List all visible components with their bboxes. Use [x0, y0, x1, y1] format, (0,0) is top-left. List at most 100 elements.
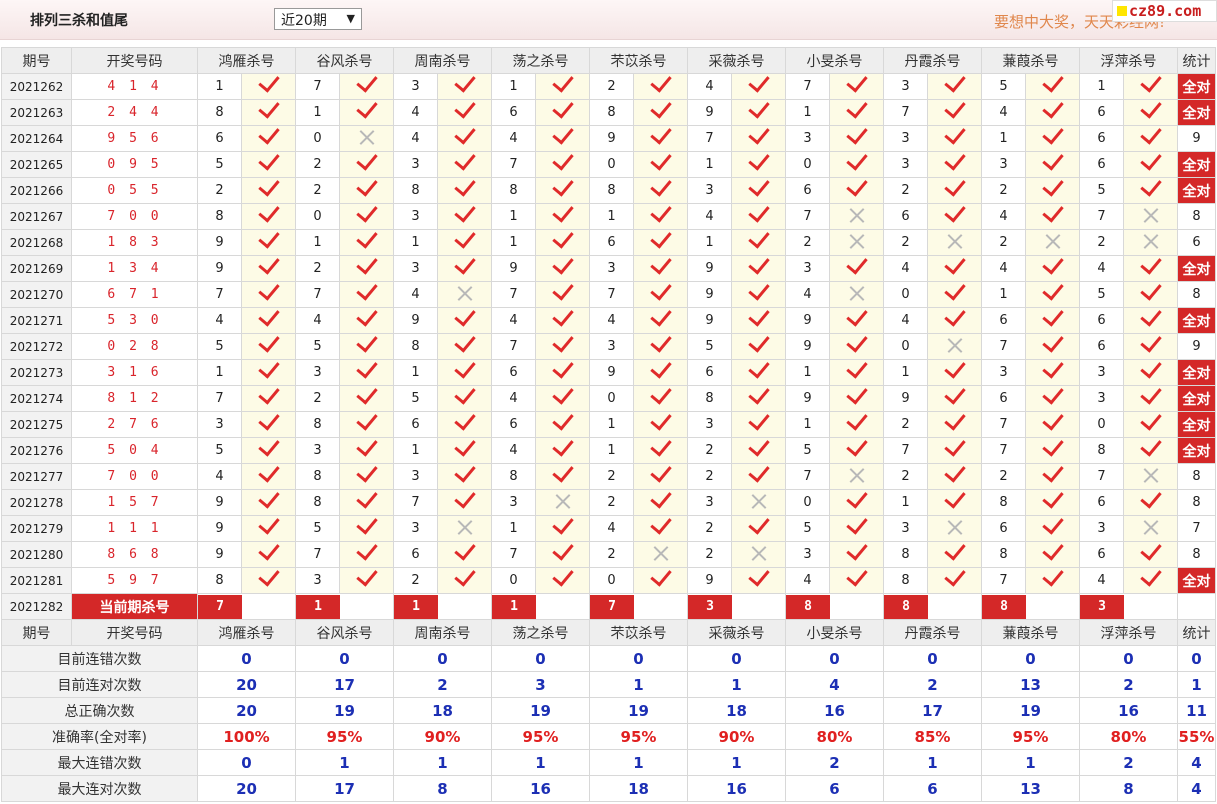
- check-icon: [943, 438, 966, 457]
- kill-number: 8: [981, 541, 1026, 568]
- check-icon: [649, 204, 672, 223]
- current-kill-cell: 1: [295, 593, 394, 620]
- result-mark: [633, 255, 688, 282]
- row-stat: 8: [1177, 489, 1216, 516]
- check-icon: [845, 334, 868, 353]
- summary-value: 13: [981, 671, 1080, 698]
- kill-number: 4: [1079, 567, 1124, 594]
- result-mark: [1025, 463, 1080, 490]
- check-icon: [1041, 438, 1064, 457]
- row-stat: 全对: [1177, 177, 1216, 204]
- period-select[interactable]: 近20期 ▼: [274, 8, 362, 30]
- kill-number: 6: [491, 99, 536, 126]
- kill-number: 7: [491, 541, 536, 568]
- kill-number: 8: [197, 99, 242, 126]
- kill-number: 4: [491, 437, 536, 464]
- kill-number: 0: [589, 567, 634, 594]
- result-mark: [829, 177, 884, 204]
- check-icon: [355, 386, 378, 405]
- table-row: 2021280 8 6 89 7 6 7 2 2 3 8 8 6 8: [1, 541, 1216, 568]
- result-mark: [731, 99, 786, 126]
- check-icon: [845, 100, 868, 119]
- check-icon: [453, 334, 476, 353]
- col-header-expert: 小旻杀号: [785, 47, 884, 74]
- row-stat: 6: [1177, 229, 1216, 256]
- result-mark: [731, 281, 786, 308]
- result-mark: [633, 307, 688, 334]
- check-icon: [551, 412, 574, 431]
- check-icon: [453, 100, 476, 119]
- result-mark: [535, 177, 590, 204]
- kill-number: 2: [687, 515, 732, 542]
- result-mark: [535, 411, 590, 438]
- check-icon: [747, 438, 770, 457]
- check-icon: [649, 308, 672, 327]
- kill-number: 1: [785, 359, 830, 386]
- kill-number-table: 期号 开奖号码 鸿雁杀号 谷风杀号 周南杀号 荡之杀号 芣苡杀号 采薇杀号 小旻杀号 丹霞杀号 蒹葭…: [1, 47, 1216, 802]
- draw-numbers: 7 0 0: [71, 203, 198, 230]
- kill-number: 7: [491, 151, 536, 178]
- check-icon: [551, 204, 574, 223]
- result-mark: [535, 203, 590, 230]
- result-mark: [731, 359, 786, 386]
- summary-value: 19: [295, 697, 394, 724]
- kill-number: 2: [981, 229, 1026, 256]
- site-logo[interactable]: cz89.com: [1112, 0, 1217, 22]
- summary-total: 4: [1177, 749, 1216, 776]
- draw-numbers: 0 2 8: [71, 333, 198, 360]
- summary-row: 最大连对次数 20 17 8 16 18 16 6 6 13 8 4: [1, 775, 1216, 802]
- summary-label: 目前连错次数: [1, 645, 198, 672]
- kill-number: 6: [1079, 307, 1124, 334]
- check-icon: [747, 282, 770, 301]
- summary-value: 13: [981, 775, 1080, 802]
- check-icon: [453, 126, 476, 145]
- check-icon: [943, 360, 966, 379]
- check-icon: [1041, 516, 1064, 535]
- check-icon: [747, 178, 770, 197]
- result-mark: [1025, 567, 1080, 594]
- issue-number: 2021263: [1, 99, 72, 126]
- kill-number: 6: [491, 359, 536, 386]
- kill-number: 0: [295, 203, 340, 230]
- kill-number: 3: [295, 437, 340, 464]
- result-mark: [927, 359, 982, 386]
- kill-number: 9: [687, 255, 732, 282]
- kill-number: 4: [883, 255, 928, 282]
- kill-number: 4: [687, 203, 732, 230]
- result-mark: [731, 489, 786, 516]
- kill-number: 8: [393, 333, 438, 360]
- check-icon: [1139, 412, 1162, 431]
- summary-value: 0: [687, 645, 786, 672]
- result-mark: [927, 567, 982, 594]
- check-icon: [747, 100, 770, 119]
- result-mark: [1123, 73, 1178, 100]
- kill-number: 2: [295, 151, 340, 178]
- summary-label: 总正确次数: [1, 697, 198, 724]
- summary-total: 0: [1177, 645, 1216, 672]
- kill-number: 9: [197, 541, 242, 568]
- kill-number: 1: [883, 359, 928, 386]
- check-icon: [1139, 308, 1162, 327]
- result-mark: [437, 437, 492, 464]
- current-kill-number: 3: [1080, 594, 1124, 619]
- summary-value: 8: [393, 775, 492, 802]
- summary-value: 1: [883, 749, 982, 776]
- check-icon: [943, 464, 966, 483]
- row-stat: 全对: [1177, 385, 1216, 412]
- result-mark: [829, 99, 884, 126]
- result-mark: [829, 437, 884, 464]
- check-icon: [453, 412, 476, 431]
- col-header-expert: 周南杀号: [393, 619, 492, 646]
- table-row: 2021269 1 3 4 9 2 3 9 3 9 3 4 4 4 全对: [1, 255, 1216, 282]
- check-icon: [1139, 178, 1162, 197]
- summary-value: 85%: [883, 723, 982, 750]
- draw-numbers: 4 1 4: [71, 73, 198, 100]
- kill-number: 3: [393, 73, 438, 100]
- col-header-expert: 荡之杀号: [491, 47, 590, 74]
- result-mark: [927, 307, 982, 334]
- check-icon: [943, 256, 966, 275]
- issue-number: 2021266: [1, 177, 72, 204]
- kill-number: 6: [589, 229, 634, 256]
- kill-number: 6: [687, 359, 732, 386]
- kill-number: 8: [687, 385, 732, 412]
